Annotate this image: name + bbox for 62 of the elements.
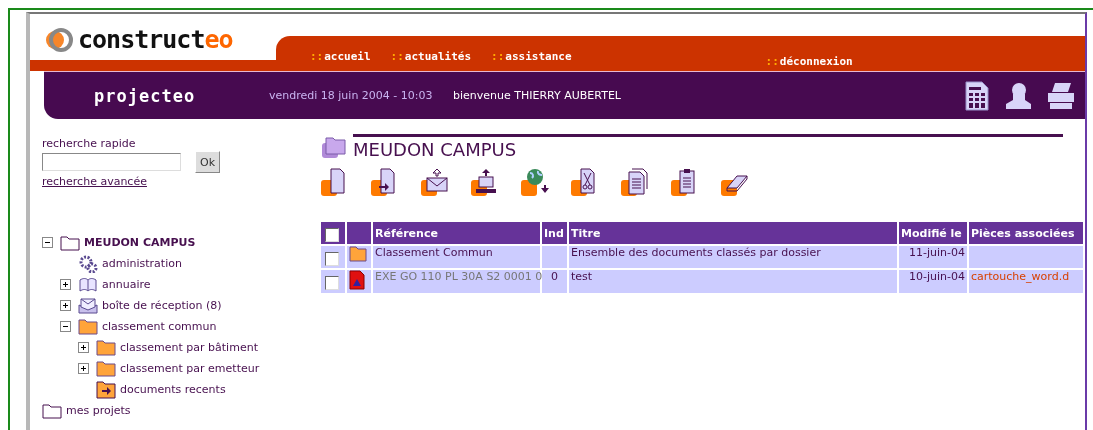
calculator-icon bbox=[965, 80, 989, 111]
table-cell: 11-juin-04 bbox=[899, 246, 967, 268]
folder-icon bbox=[96, 339, 116, 356]
column-header[interactable]: Pièces associées bbox=[969, 222, 1083, 244]
tree-item[interactable]: classement commun bbox=[102, 320, 217, 333]
date-text: vendredi 18 juin 2004 - 10:03 bbox=[269, 89, 434, 102]
welcome-text: bienvenue THIERRY AUBERTEL bbox=[453, 89, 622, 102]
column-header[interactable]: Titre bbox=[569, 222, 897, 244]
folder-icon bbox=[321, 134, 347, 160]
globe-download-icon[interactable] bbox=[521, 168, 551, 196]
tree-item[interactable]: documents recents bbox=[120, 383, 226, 396]
search-label: recherche rapide bbox=[42, 137, 137, 151]
logout-link[interactable]: ::déconnexion bbox=[765, 55, 853, 69]
search-field[interactable] bbox=[42, 153, 181, 171]
column-header[interactable]: Référence bbox=[373, 222, 540, 244]
logo-rings-icon bbox=[44, 26, 74, 54]
tree-item[interactable]: classement par bâtiment bbox=[120, 341, 258, 354]
envelope-tray-icon bbox=[78, 296, 98, 315]
logo-wordmark: constructeo bbox=[78, 27, 233, 53]
checkbox[interactable] bbox=[325, 227, 339, 242]
tree-item[interactable]: administration bbox=[102, 257, 182, 270]
advanced-search-link[interactable]: recherche avancée bbox=[42, 175, 147, 188]
nav-link[interactable]: ::accueil bbox=[310, 50, 371, 64]
folder-icon bbox=[42, 402, 62, 419]
copy-document-icon[interactable] bbox=[621, 168, 651, 196]
column-header[interactable]: Ind bbox=[542, 222, 567, 244]
table-cell bbox=[542, 246, 567, 268]
table-cell: 10-juin-04 bbox=[899, 270, 967, 293]
reference-cell[interactable]: Classement Commun bbox=[373, 246, 540, 268]
tree-item[interactable]: annuaire bbox=[102, 278, 151, 291]
folder-icon bbox=[78, 318, 98, 335]
expand-icon[interactable] bbox=[60, 300, 71, 311]
app-name: projecteo bbox=[94, 85, 197, 106]
user-icon bbox=[1005, 81, 1031, 110]
tree-item[interactable]: mes projets bbox=[66, 404, 131, 417]
table-cell: test bbox=[569, 270, 897, 293]
nav-link[interactable]: ::assistance bbox=[491, 50, 572, 64]
table-cell: 0 bbox=[542, 270, 567, 293]
column-header[interactable]: Modifié le bbox=[899, 222, 967, 244]
folder-icon bbox=[60, 234, 80, 251]
ok-button[interactable]: Ok bbox=[195, 151, 221, 173]
mail-upload-icon[interactable] bbox=[421, 168, 451, 196]
document-icon bbox=[349, 270, 365, 290]
table-cell: Ensemble des documents classés par dossier bbox=[569, 246, 897, 268]
tree-item[interactable]: boîte de réception (8) bbox=[102, 299, 222, 312]
expand-icon[interactable] bbox=[60, 279, 71, 290]
checkbox[interactable] bbox=[325, 251, 339, 266]
reference-cell: EXE GO 110 PL 30A S2 0001 0 bbox=[373, 270, 540, 293]
tree-item[interactable]: classement par emetteur bbox=[120, 362, 260, 375]
collapse-icon[interactable] bbox=[42, 237, 53, 248]
expand-icon[interactable] bbox=[78, 363, 89, 374]
gears-icon bbox=[78, 254, 98, 273]
expand-icon[interactable] bbox=[78, 342, 89, 353]
nav-link[interactable]: ::actualités bbox=[390, 50, 472, 64]
tree-item[interactable]: MEUDON CAMPUS bbox=[84, 236, 196, 249]
book-icon bbox=[78, 276, 98, 293]
folder-arrow-icon bbox=[96, 380, 116, 399]
printer-icon bbox=[1047, 81, 1075, 110]
collapse-icon[interactable] bbox=[60, 321, 71, 332]
folder-icon bbox=[349, 246, 367, 262]
checkbox[interactable] bbox=[325, 276, 339, 290]
folder-icon bbox=[96, 360, 116, 377]
